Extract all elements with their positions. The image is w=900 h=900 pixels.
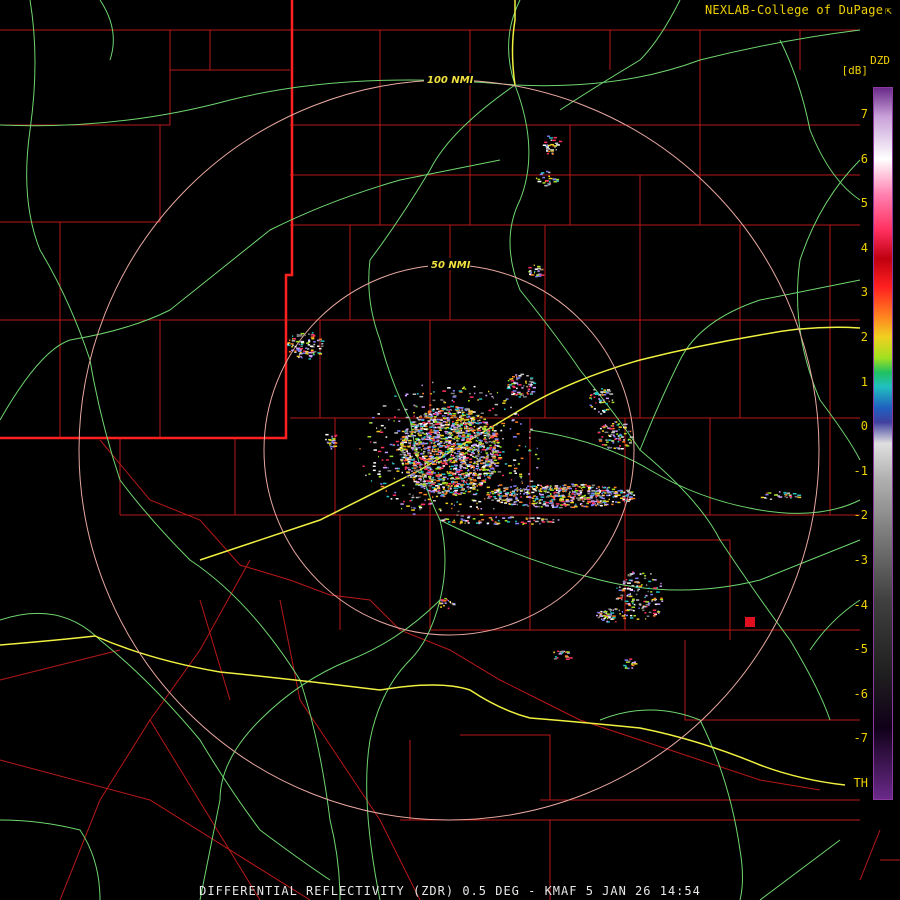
scale-tick: -6 [853, 686, 868, 701]
scale-tick: 4 [860, 240, 868, 255]
scale-title: DZD [870, 54, 890, 67]
scale-tick: -2 [853, 508, 868, 523]
scale-tick: 1 [860, 374, 868, 389]
scale-tick: -5 [853, 642, 868, 657]
scale-tick: 3 [860, 285, 868, 300]
radar-map: 100 NMI 50 NMI [0, 0, 900, 900]
product-label: DIFFERENTIAL REFLECTIVITY (ZDR) 0.5 DEG … [199, 884, 701, 898]
external-link-icon[interactable]: ⇱ [885, 4, 892, 17]
scale-tick: -3 [853, 553, 868, 567]
scale-tick: -4 [853, 597, 868, 612]
radar-echoes [287, 135, 802, 670]
state-boundary [0, 0, 294, 440]
color-scale-bar [873, 87, 893, 800]
scale-tick: -1 [853, 463, 868, 478]
brand-text: NEXLAB-College of DuPage [704, 3, 884, 17]
ring-label-100: 100 NMI [427, 75, 474, 86]
scale-tick: 7 [860, 107, 868, 121]
scale-tick: 2 [860, 330, 868, 344]
brand-label: NEXLAB-College of DuPage ⇱ [705, 3, 892, 17]
ring-label-50: 50 NMI [431, 260, 471, 271]
scale-tick: 0 [860, 419, 868, 434]
county-boundaries [0, 29, 900, 900]
scale-tick: -7 [853, 731, 868, 746]
scale-unit: [dB] [841, 64, 869, 77]
scale-tick: TH [853, 776, 868, 790]
scale-tick: 5 [860, 196, 868, 211]
scale-tick: 6 [860, 151, 868, 166]
